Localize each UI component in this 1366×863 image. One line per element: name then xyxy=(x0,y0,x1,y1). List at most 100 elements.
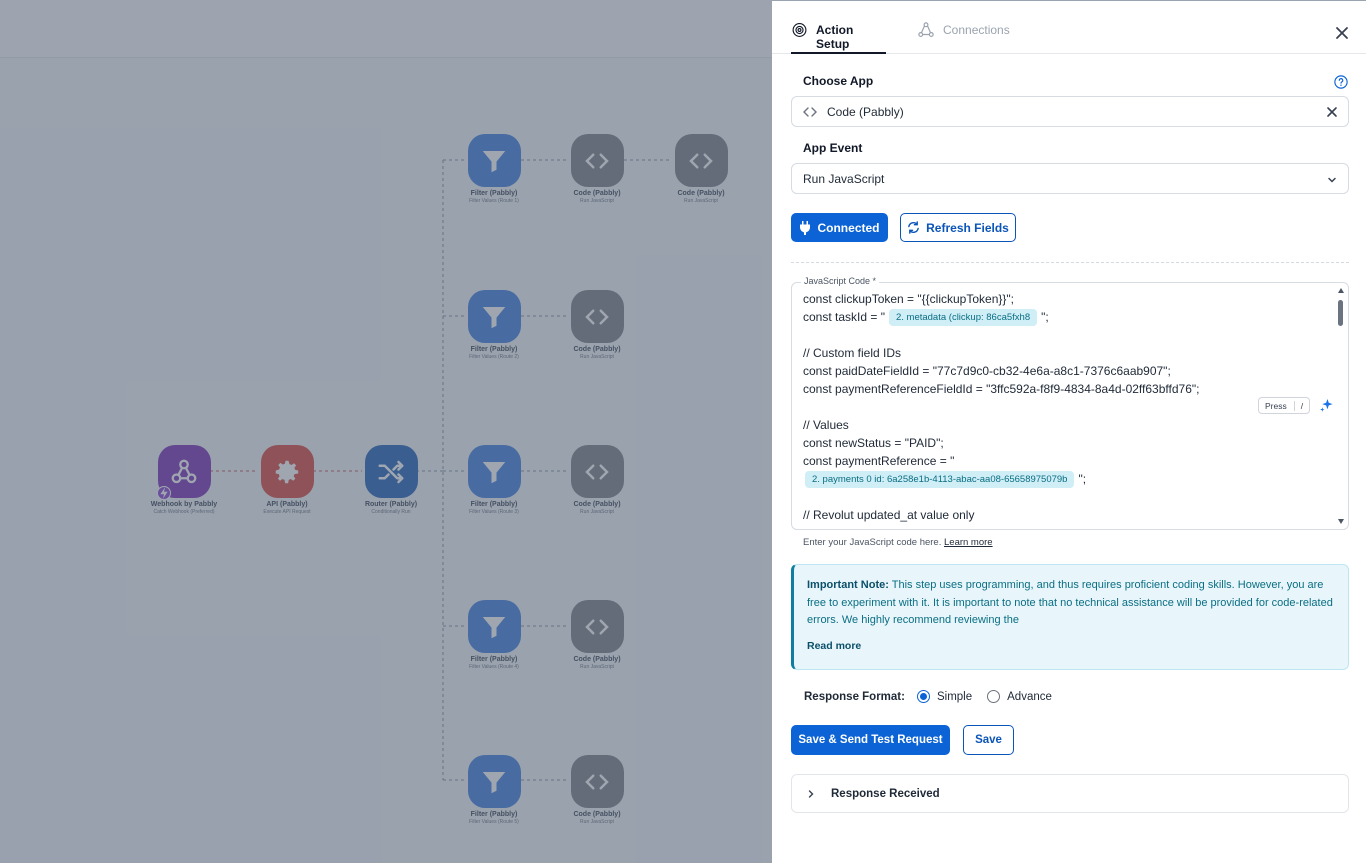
node-filter-route-3[interactable]: Filter (Pabbly) Filter Values (Route 3) xyxy=(439,445,549,515)
node-title: Filter (Pabbly) xyxy=(470,190,518,197)
code-line: // Values xyxy=(803,418,849,432)
choose-app-select[interactable]: Code (Pabbly) xyxy=(791,96,1349,127)
connected-label: Connected xyxy=(817,220,880,235)
node-title: Filter (Pabbly) xyxy=(470,811,518,818)
save-send-test-button[interactable]: Save & Send Test Request xyxy=(791,725,950,755)
panel-tabs: Action Setup Connections xyxy=(772,1,1366,54)
node-subtitle: Run JavaScript xyxy=(580,509,614,515)
refresh-icon xyxy=(908,221,919,234)
node-code-route-5[interactable]: Code (Pabbly) Run JavaScript xyxy=(542,755,652,825)
action-setup-panel: Action Setup Connections Choose App Code… xyxy=(772,0,1366,863)
node-subtitle: Run JavaScript xyxy=(684,198,718,204)
shuffle-icon xyxy=(364,445,418,498)
node-subtitle: Filter Values (Route 2) xyxy=(469,354,519,360)
code-scrollbar[interactable] xyxy=(1335,283,1347,529)
radio-button[interactable] xyxy=(916,690,930,703)
radio-advance[interactable]: Advance xyxy=(987,690,1052,703)
refresh-label: Refresh Fields xyxy=(926,220,1009,235)
node-code-route-4[interactable]: Code (Pabbly) Run JavaScript xyxy=(542,600,652,670)
node-subtitle: Filter Values (Route 3) xyxy=(469,509,519,515)
app-event-value: Run JavaScript xyxy=(803,171,885,186)
section-divider xyxy=(791,262,1349,263)
node-filter-route-1[interactable]: Filter (Pabbly) Filter Values (Route 1) xyxy=(439,134,549,204)
node-router[interactable]: Router (Pabbly) Conditionally Run xyxy=(336,445,446,515)
node-title: Code (Pabbly) xyxy=(573,811,621,818)
filter-icon xyxy=(467,755,521,808)
node-title: Code (Pabbly) xyxy=(573,656,621,663)
important-note: Important Note: This step uses programmi… xyxy=(791,564,1349,670)
learn-more-link[interactable]: Learn more xyxy=(944,537,993,548)
app-value: Code (Pabbly) xyxy=(827,104,904,119)
code-help-text: Enter your JavaScript code here. Learn m… xyxy=(803,537,993,548)
variable-chip[interactable]: 2. payments 0 id: 6a258e1b-4113-abac-aa0… xyxy=(805,470,1075,488)
response-format-label: Response Format: xyxy=(804,690,905,703)
close-icon[interactable] xyxy=(1334,25,1350,41)
tab-action-setup[interactable]: Action Setup xyxy=(791,23,886,54)
insert-variable-hint[interactable]: Press / xyxy=(1258,397,1311,414)
filter-icon xyxy=(467,290,521,343)
press-label: Press xyxy=(1265,400,1287,411)
node-title: Filter (Pabbly) xyxy=(470,501,518,508)
node-filter-route-5[interactable]: Filter (Pabbly) Filter Values (Route 5) xyxy=(439,755,549,825)
node-subtitle: Filter Values (Route 1) xyxy=(469,198,519,204)
clear-icon[interactable] xyxy=(1326,106,1338,118)
save-button[interactable]: Save xyxy=(963,725,1014,755)
node-title: Code (Pabbly) xyxy=(573,190,621,197)
code-line: const newStatus = "PAID"; xyxy=(803,436,944,450)
node-code-route-3[interactable]: Code (Pabbly) Run JavaScript xyxy=(542,445,652,515)
code-line: // Revolut updated_at value only xyxy=(803,508,975,522)
ai-sparkle-icon[interactable] xyxy=(1319,398,1334,413)
gear-icon xyxy=(260,445,314,498)
node-title: Webhook by Pabbly xyxy=(150,501,218,508)
filter-icon xyxy=(467,600,521,653)
node-title: API (Pabbly) xyxy=(266,501,308,508)
variable-chip[interactable]: 2. metadata (clickup: 86ca5fxh8 xyxy=(888,308,1038,326)
radio-button[interactable] xyxy=(987,690,1001,703)
node-subtitle: Run JavaScript xyxy=(580,354,614,360)
tab-connections[interactable]: Connections xyxy=(917,22,1010,54)
code-text: const taskId = " xyxy=(803,310,885,324)
connected-button[interactable]: Connected xyxy=(791,213,888,242)
node-title: Filter (Pabbly) xyxy=(470,346,518,353)
code-line: // Custom field IDs xyxy=(803,346,902,360)
instant-trigger-icon xyxy=(156,486,171,500)
node-code-route-1[interactable]: Code (Pabbly) Run JavaScript xyxy=(542,134,652,204)
filter-icon xyxy=(467,445,521,498)
help-icon[interactable] xyxy=(1334,75,1348,89)
response-received-accordion[interactable]: Response Received xyxy=(791,774,1349,813)
node-filter-route-2[interactable]: Filter (Pabbly) Filter Values (Route 2) xyxy=(439,290,549,360)
node-subtitle: Execute API Request xyxy=(263,509,311,515)
plug-icon xyxy=(800,220,811,235)
code-icon xyxy=(570,755,624,808)
node-code-route-2[interactable]: Code (Pabbly) Run JavaScript xyxy=(542,290,652,360)
node-webhook[interactable]: Webhook by Pabbly Catch Webhook (Preferr… xyxy=(129,445,239,515)
workflow-connectors xyxy=(210,159,672,781)
node-title: Code (Pabbly) xyxy=(573,501,621,508)
settings-gear-icon xyxy=(792,23,807,37)
node-subtitle: Catch Webhook (Preferred) xyxy=(153,509,215,515)
node-api[interactable]: API (Pabbly) Execute API Request xyxy=(232,445,342,515)
chevron-right-icon xyxy=(808,789,814,798)
node-code-route-1-b[interactable]: Code (Pabbly) Run JavaScript xyxy=(646,134,756,204)
node-filter-route-4[interactable]: Filter (Pabbly) Filter Values (Route 4) xyxy=(439,600,549,670)
code-line: const taskId = " 2. metadata (clickup: 8… xyxy=(803,308,1323,326)
press-key: / xyxy=(1293,400,1303,411)
code-line: const paymentReferenceFieldId = "3ffc592… xyxy=(803,382,1200,396)
code-icon xyxy=(803,106,817,117)
note-title: Important Note: xyxy=(807,579,889,591)
code-line: const clickupToken = "{{clickupToken}}"; xyxy=(803,292,1014,306)
code-icon xyxy=(570,290,624,343)
refresh-fields-button[interactable]: Refresh Fields xyxy=(900,213,1016,242)
node-subtitle: Run JavaScript xyxy=(580,664,614,670)
code-line: const paidDateFieldId = "77c7d9c0-cb32-4… xyxy=(803,364,1171,378)
app-event-select[interactable]: Run JavaScript xyxy=(791,163,1349,194)
node-title: Code (Pabbly) xyxy=(677,190,725,197)
radio-simple[interactable]: Simple xyxy=(916,690,972,703)
code-icon xyxy=(570,134,624,187)
code-line: 2. payments 0 id: 6a258e1b-4113-abac-aa0… xyxy=(803,470,1323,488)
chevron-down-icon xyxy=(1328,177,1336,183)
node-title: Filter (Pabbly) xyxy=(470,656,518,663)
node-title: Router (Pabbly) xyxy=(364,501,418,508)
read-more-link[interactable]: Read more xyxy=(807,640,861,652)
workflow-canvas[interactable]: Webhook by Pabbly Catch Webhook (Preferr… xyxy=(0,0,772,863)
